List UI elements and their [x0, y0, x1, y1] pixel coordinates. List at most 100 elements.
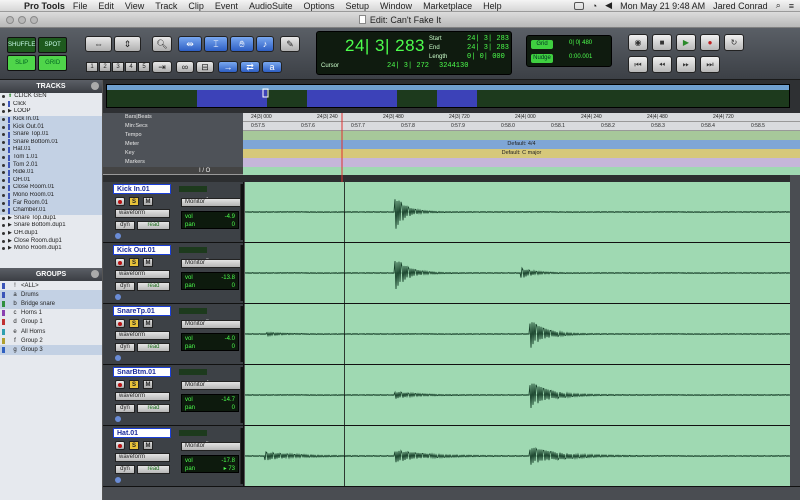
track-list-item[interactable]: Ride.01 [0, 168, 102, 177]
track-view-selector[interactable]: waveform [115, 453, 170, 462]
group-list-item[interactable]: e All Horns [0, 327, 102, 336]
track-name[interactable]: Hat.01 [113, 428, 171, 438]
mode-slip[interactable]: SLIP [7, 55, 37, 71]
grabber-tool[interactable]: ✋︎ [230, 36, 254, 52]
wifi-icon[interactable]: ◔ [592, 1, 597, 11]
show-track-dot-icon[interactable] [2, 118, 5, 122]
mute-button[interactable]: M [143, 441, 153, 450]
groups-panel-header[interactable]: GROUPS [0, 268, 102, 281]
menu-event[interactable]: Event [215, 1, 238, 11]
stop-button[interactable]: ■ [652, 34, 672, 51]
mode-grid[interactable]: GRID [38, 55, 67, 71]
audio-track[interactable]: SnarBtm.014MonitorSMwaveformdynreadvol-1… [103, 365, 791, 426]
group-list-item[interactable]: b Bridge snare [0, 299, 102, 309]
track-name[interactable]: SnareTp.01 [113, 306, 171, 316]
track-name[interactable]: Kick In.01 [113, 184, 171, 194]
tracks-panel-header[interactable]: TRACKS [0, 80, 102, 93]
zoom-preset-3[interactable]: 3 [112, 62, 124, 72]
mute-button[interactable]: M [143, 258, 153, 267]
track-list-item[interactable]: Far Room.01 [0, 199, 102, 207]
group-list-item[interactable]: d Group 1 [0, 318, 102, 327]
trim-tool[interactable]: ⇹ [178, 36, 202, 52]
zoom-preset-4[interactable]: 4 [125, 62, 137, 72]
meter-value[interactable]: Default: 4/4 [243, 140, 800, 149]
scrubber-tool[interactable]: ♪ [256, 36, 274, 52]
zoom-preset-2[interactable]: 2 [99, 62, 111, 72]
show-track-dot-icon[interactable] [2, 133, 5, 137]
track-list-item[interactable]: Chamber.01 [0, 206, 102, 215]
record-enable-button[interactable] [115, 197, 125, 206]
ruler-markers[interactable]: Markers [103, 158, 800, 167]
track-list-item[interactable]: Snare Bottom.01 [0, 138, 102, 147]
keyboard-focus-button[interactable]: a [262, 61, 282, 73]
link-timeline-button[interactable]: ∞ [176, 61, 194, 73]
dyn-button[interactable]: dyn [115, 282, 135, 291]
record-enable-button[interactable] [115, 380, 125, 389]
track-list-item[interactable]: Hat.01 [0, 146, 102, 154]
show-track-dot-icon[interactable] [2, 95, 5, 99]
ruler-tempo[interactable]: Tempo [103, 131, 800, 140]
close-window-button[interactable] [6, 15, 14, 24]
track-list-item[interactable]: Tom 1.01 [0, 153, 102, 162]
counter-start-value[interactable]: 24| 3| 283 [467, 35, 509, 43]
groups-panel-menu-icon[interactable] [91, 270, 99, 278]
track-list-item[interactable]: ▶ LOOP [0, 108, 102, 116]
dyn-button[interactable]: dyn [115, 465, 135, 474]
mode-shuffle[interactable]: SHUFFLE [7, 37, 37, 53]
volume-value[interactable]: -4.0 [225, 335, 235, 343]
app-menu[interactable]: Pro Tools [24, 1, 65, 11]
vertical-scrollbar[interactable] [790, 175, 800, 486]
pan-value[interactable]: 0 [232, 221, 235, 229]
battery-icon[interactable] [573, 1, 584, 10]
record-enable-button[interactable] [115, 319, 125, 328]
nudge-value[interactable]: 0:00.001 [569, 54, 592, 60]
track-list-item[interactable]: Tom 2.01 [0, 161, 102, 169]
show-track-dot-icon[interactable] [2, 186, 5, 190]
track-list-item[interactable]: ▶ Snare Bottom.dup1 [0, 222, 102, 230]
rewind-button[interactable]: ⏪︎ [652, 56, 672, 73]
show-track-dot-icon[interactable] [2, 102, 5, 106]
track-input-monitor[interactable]: Monitor [181, 320, 241, 329]
selector-tool[interactable]: ⌶ [204, 36, 228, 52]
tracks-panel-menu-icon[interactable] [91, 82, 99, 90]
record-enable-button[interactable] [115, 441, 125, 450]
pan-value[interactable]: ▸ 73 [224, 465, 235, 473]
show-track-dot-icon[interactable] [2, 201, 5, 205]
group-list-item[interactable]: g Group 3 [0, 345, 102, 355]
automation-mode-selector[interactable]: read [137, 343, 170, 352]
mirror-midi-button[interactable]: ⇄ [240, 61, 260, 73]
solo-button[interactable]: S [129, 380, 139, 389]
pan-value[interactable]: 0 [232, 282, 235, 290]
show-track-dot-icon[interactable] [2, 239, 5, 243]
menu-audiosuite[interactable]: AudioSuite [249, 1, 293, 11]
menu-marketplace[interactable]: Marketplace [423, 1, 472, 11]
track-playlist-lane[interactable] [244, 365, 791, 425]
show-track-dot-icon[interactable] [2, 216, 5, 220]
group-list-item[interactable]: f Group 2 [0, 336, 102, 345]
link-track-button[interactable]: ⊟ [196, 61, 214, 73]
track-input-monitor[interactable]: Monitor [181, 198, 241, 207]
show-track-dot-icon[interactable] [2, 148, 5, 152]
track-input-monitor[interactable]: Monitor [181, 259, 241, 268]
main-counter[interactable]: 24| 3| 283 Start 24| 3| 283 End 24| 3| 2… [316, 31, 512, 75]
menu-window[interactable]: Window [380, 1, 412, 11]
audio-track[interactable]: Hat.015MonitorSMwaveformdynreadvol-17.8p… [103, 426, 791, 487]
track-input-monitor[interactable]: Monitor [181, 442, 241, 451]
volume-value[interactable]: -13.8 [221, 274, 235, 282]
play-button[interactable]: ▶ [676, 34, 696, 51]
dyn-button[interactable]: dyn [115, 221, 135, 230]
ruler-key[interactable]: Key Default: C major [103, 149, 800, 158]
clock[interactable]: Mon May 21 9:48 AM [620, 1, 705, 11]
menu-clip[interactable]: Clip [188, 1, 204, 11]
solo-button[interactable]: S [129, 197, 139, 206]
track-volume-pan[interactable]: vol -4.0 pan 0 [181, 333, 239, 351]
nudge-toggle[interactable]: Nudge [531, 54, 553, 63]
menu-options[interactable]: Options [303, 1, 334, 11]
show-track-dot-icon[interactable] [2, 140, 5, 144]
track-name[interactable]: Kick Out.01 [113, 245, 171, 255]
show-track-dot-icon[interactable] [2, 231, 5, 235]
track-playlist-lane[interactable] [244, 304, 791, 364]
show-track-dot-icon[interactable] [2, 125, 5, 129]
zoom-out-horizontal-button[interactable]: ⇔ [85, 36, 112, 52]
automation-mode-selector[interactable]: read [137, 404, 170, 413]
